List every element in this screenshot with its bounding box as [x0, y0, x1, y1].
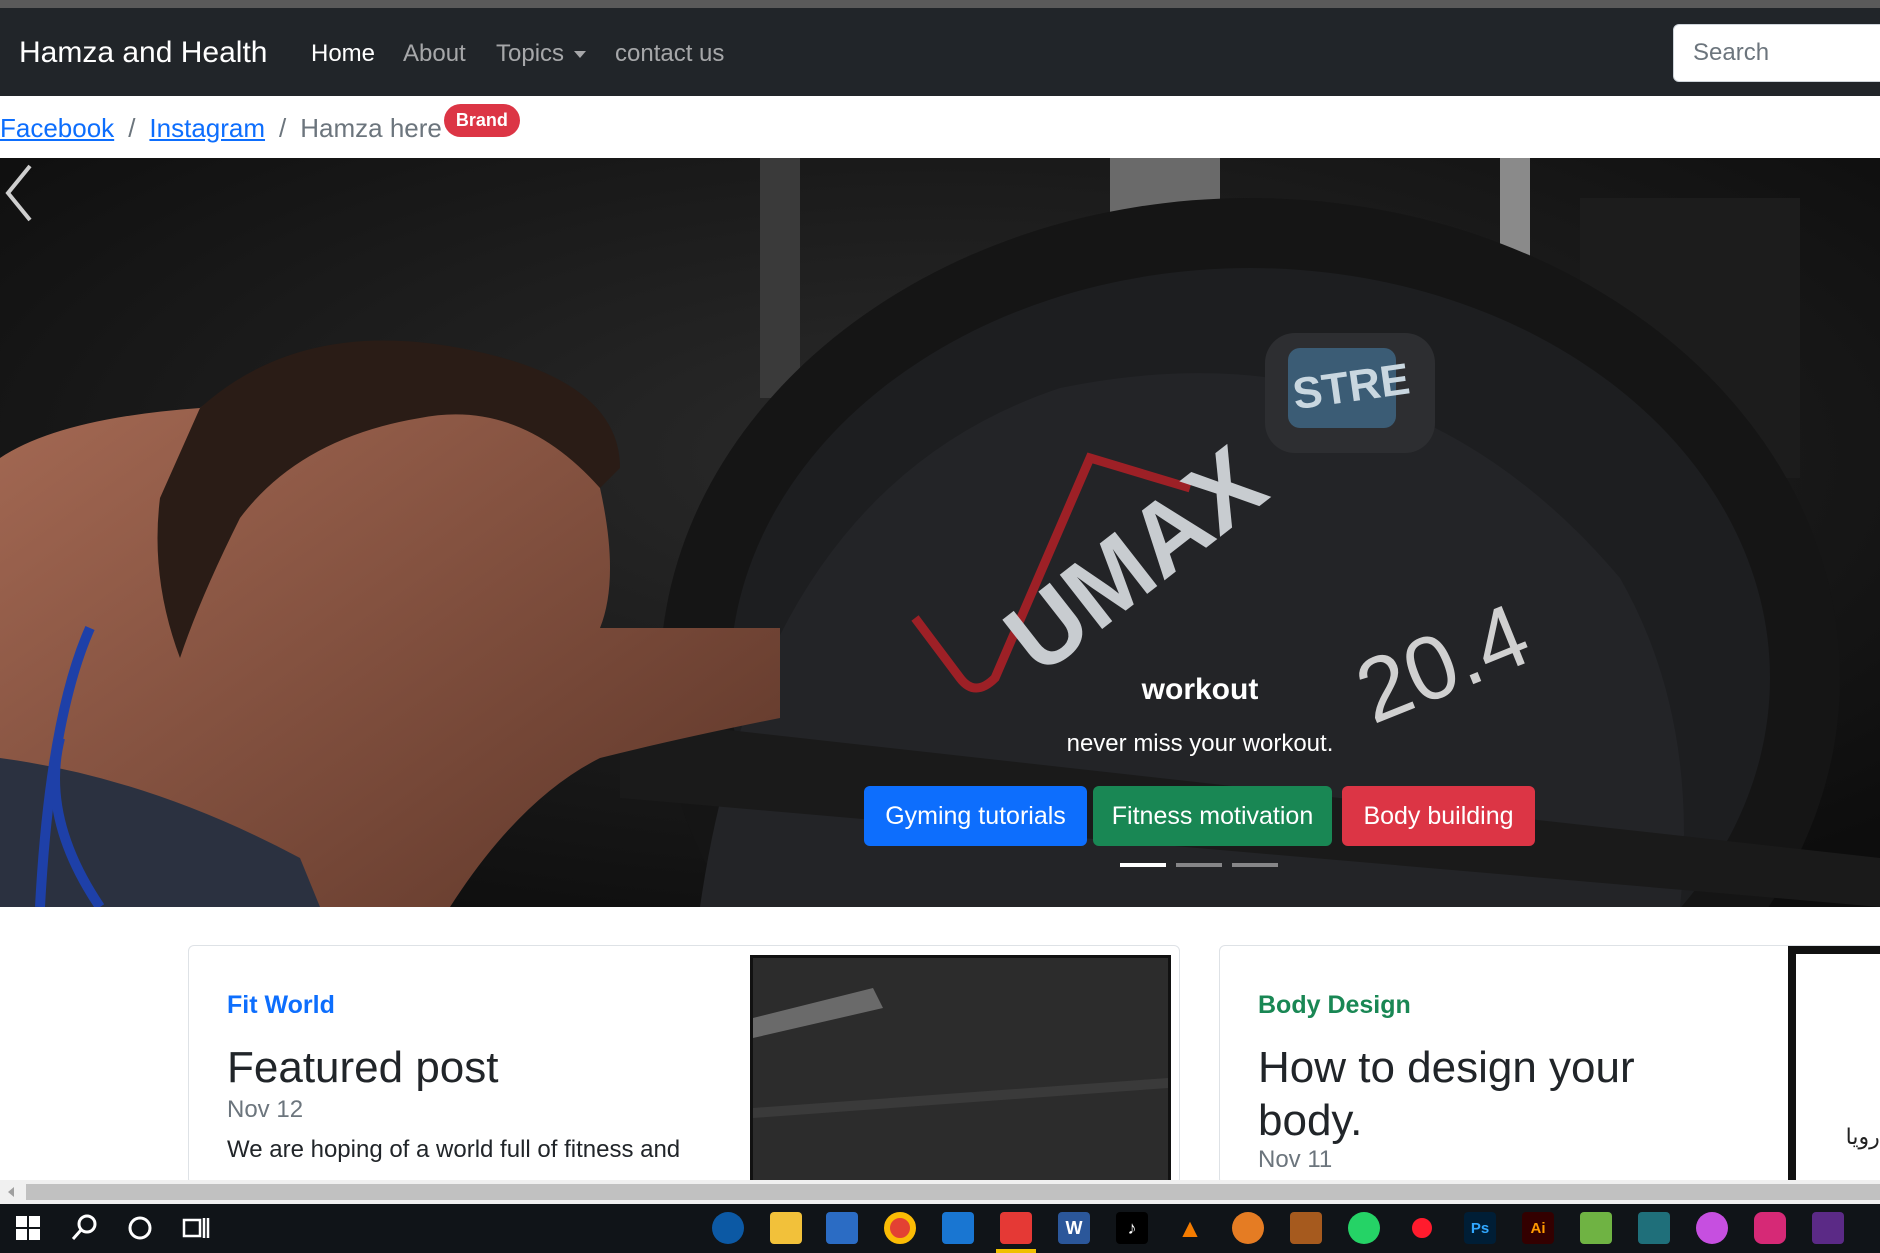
edge-icon[interactable] [712, 1212, 744, 1244]
paint-icon[interactable] [1232, 1212, 1264, 1244]
game-icon[interactable] [1290, 1212, 1322, 1244]
nav-topics-dropdown[interactable]: Topics [496, 40, 587, 68]
card-title[interactable]: How to design your body. [1258, 1041, 1678, 1147]
search-input[interactable]: Search [1673, 24, 1880, 82]
body-design-card: Body Design How to design your body. Nov… [1219, 945, 1880, 1185]
carousel-indicator[interactable] [1176, 863, 1222, 867]
search-icon[interactable] [68, 1212, 100, 1244]
scroll-left-icon[interactable] [8, 1187, 14, 1197]
file-explorer-icon[interactable] [770, 1212, 802, 1244]
carousel-indicator[interactable] [1120, 863, 1166, 867]
app-icon[interactable] [1638, 1212, 1670, 1244]
card-excerpt: We are hoping of a world full of fitness… [227, 1136, 681, 1163]
carousel-caption-title: workout [1141, 673, 1259, 706]
scrollbar-thumb[interactable] [26, 1184, 1880, 1200]
windows-start-icon[interactable] [12, 1212, 44, 1244]
app-icon[interactable] [1812, 1212, 1844, 1244]
nav-contact-link[interactable]: contact us [615, 40, 724, 68]
brand-badge: Brand [443, 103, 520, 137]
illustrator-icon[interactable]: Ai [1522, 1212, 1554, 1244]
card-date: Nov 12 [227, 1096, 304, 1123]
whatsapp-icon[interactable] [1348, 1212, 1380, 1244]
nav-about-link[interactable]: About [403, 40, 466, 68]
caret-down-icon [574, 51, 587, 59]
tiktok-icon[interactable]: ♪ [1116, 1212, 1148, 1244]
body-building-button[interactable]: Body building [1342, 786, 1535, 846]
navbar: Hamza and Health Home About Topics conta… [0, 8, 1880, 96]
carousel-indicator[interactable] [1232, 863, 1278, 867]
hero-carousel: STRE UMAX 20.4 workout never miss your w… [0, 158, 1880, 907]
fitness-motivation-button[interactable]: Fitness motivation [1093, 786, 1332, 846]
gyming-tutorials-button[interactable]: Gyming tutorials [864, 786, 1087, 846]
carousel-prev-icon[interactable] [0, 158, 40, 228]
active-app-indicator [996, 1249, 1036, 1253]
breadcrumb-separator: / [128, 112, 136, 143]
app-icon[interactable] [1000, 1212, 1032, 1244]
card-thumbnail [750, 955, 1171, 1184]
task-view-icon[interactable] [180, 1212, 212, 1244]
nav-home-link[interactable]: Home [311, 40, 375, 68]
card-category: Body Design [1258, 991, 1411, 1019]
app-icon[interactable] [1580, 1212, 1612, 1244]
featured-post-card: Fit World Featured post Nov 12 We are ho… [188, 945, 1180, 1185]
card-title[interactable]: Featured post [227, 1041, 499, 1094]
chrome-icon[interactable] [884, 1212, 916, 1244]
breadcrumb-facebook-link[interactable]: Facebook [0, 113, 114, 144]
cortana-icon[interactable] [124, 1212, 156, 1244]
carousel-caption-text: never miss your workout. [1066, 730, 1334, 757]
nav-topics-label: Topics [496, 40, 565, 67]
carousel-indicators [1120, 863, 1278, 867]
itunes-icon[interactable] [1696, 1212, 1728, 1244]
instagram-icon[interactable] [1754, 1212, 1786, 1244]
photoshop-icon[interactable]: Ps [1464, 1212, 1496, 1244]
breadcrumb-instagram-link[interactable]: Instagram [149, 113, 265, 144]
opera-icon[interactable] [1406, 1212, 1438, 1244]
vlc-icon[interactable]: ▲ [1174, 1212, 1206, 1244]
horizontal-scrollbar[interactable] [0, 1180, 1880, 1204]
breadcrumb-separator: / [279, 112, 287, 143]
search-placeholder: Search [1693, 39, 1770, 66]
mail-icon[interactable] [942, 1212, 974, 1244]
windows-taskbar: W ♪ ▲ Ps Ai [0, 1204, 1880, 1253]
word-icon[interactable]: W [1058, 1212, 1090, 1244]
store-icon[interactable] [826, 1212, 858, 1244]
card-thumbnail-text: بس رويا [1845, 1124, 1880, 1149]
card-date: Nov 11 [1258, 1146, 1333, 1173]
navbar-brand[interactable]: Hamza and Health [19, 36, 267, 70]
window-top-border [0, 0, 1880, 8]
card-thumbnail: بس رويا [1788, 946, 1880, 1184]
breadcrumb: Facebook / Instagram / Hamza here Brand [0, 98, 520, 158]
card-category: Fit World [227, 991, 335, 1019]
breadcrumb-current: Hamza here [300, 112, 442, 143]
